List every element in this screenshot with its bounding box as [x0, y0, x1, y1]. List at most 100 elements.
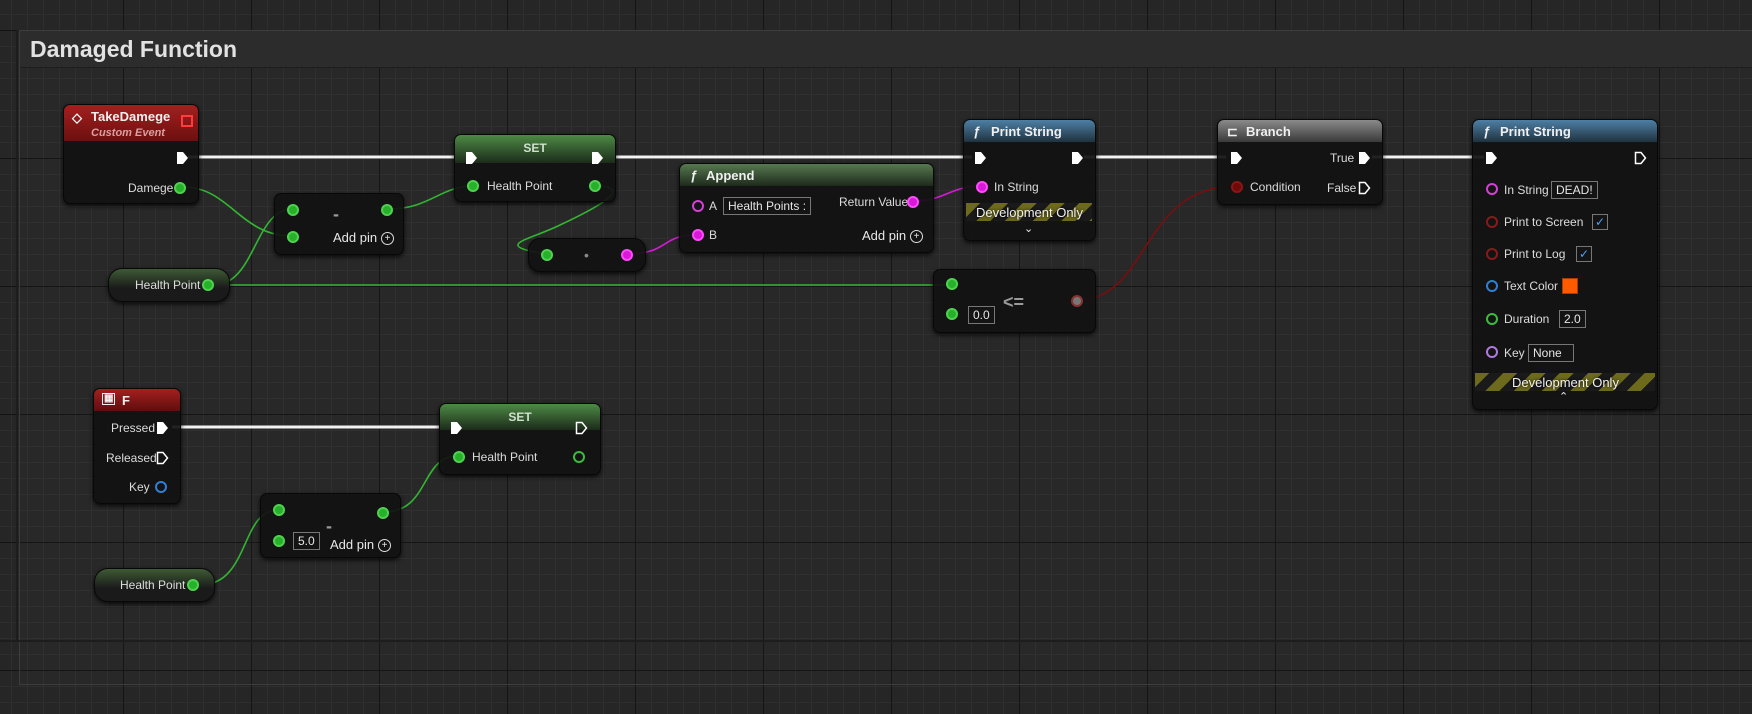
print-to-screen-pin[interactable]: [1486, 216, 1498, 228]
health-point-in-pin[interactable]: [453, 451, 465, 463]
input-b-pin[interactable]: [946, 308, 958, 320]
take-damage-event-node[interactable]: ◇ TakeDamege Custom Event Damege: [63, 104, 199, 204]
input-b-pin[interactable]: [287, 231, 299, 243]
health-point-out-pin[interactable]: [187, 579, 199, 591]
true-exec-pin[interactable]: [1358, 151, 1371, 165]
exec-out-pin[interactable]: [575, 421, 588, 435]
chevron-down-icon[interactable]: ⌄: [1024, 222, 1033, 235]
input-label: Health Point: [472, 450, 538, 464]
set-health-point-node[interactable]: SET Health Point: [439, 403, 601, 475]
condition-label: Condition: [1250, 180, 1301, 194]
print-string-node[interactable]: ƒ Print String In String DEAD! Print to …: [1472, 119, 1658, 410]
node-title: TakeDamege: [91, 109, 171, 124]
branch-node[interactable]: ⊏ Branch True Condition False: [1217, 119, 1383, 205]
input-a-pin[interactable]: [287, 204, 299, 216]
in-string-pin[interactable]: [976, 181, 988, 193]
node-subtitle: Custom Event: [91, 127, 165, 139]
subtract-node[interactable]: - Add pin +: [274, 193, 404, 255]
released-label: Released: [106, 451, 157, 465]
input-label: Health Point: [487, 179, 553, 193]
text-color-pin[interactable]: [1486, 280, 1498, 292]
exec-out-pin[interactable]: [591, 151, 604, 165]
variable-label: Health Point: [135, 278, 201, 292]
key-pin[interactable]: [1486, 346, 1498, 358]
print-to-log-pin[interactable]: [1486, 248, 1498, 260]
input-a-pin[interactable]: [273, 504, 285, 516]
text-color-swatch[interactable]: [1562, 278, 1578, 294]
a-value-field[interactable]: Health Points :: [723, 197, 812, 215]
node-header: ▦ F: [94, 389, 180, 411]
set-health-point-node[interactable]: SET Health Point: [454, 134, 616, 202]
key-label: Key: [1504, 346, 1525, 360]
duration-pin[interactable]: [1486, 313, 1498, 325]
development-only-label: Development Only: [1512, 375, 1619, 390]
operator-label: -: [326, 516, 332, 536]
health-point-out-pin[interactable]: [589, 180, 601, 192]
compare-value-field[interactable]: 0.0: [968, 306, 995, 324]
input-a-pin[interactable]: [946, 278, 958, 290]
conversion-in-pin[interactable]: [541, 249, 553, 261]
append-node[interactable]: ƒ Append A Health Points : Return Value …: [679, 163, 934, 253]
function-icon: ƒ: [1483, 124, 1491, 139]
health-point-getter-node[interactable]: Health Point: [94, 568, 215, 602]
variable-label: Health Point: [120, 578, 186, 592]
print-string-node[interactable]: ƒ Print String In String Development Onl…: [963, 119, 1096, 241]
conversion-node[interactable]: •: [528, 238, 646, 272]
add-pin-button[interactable]: Add pin +: [330, 537, 392, 553]
add-pin-button[interactable]: Add pin +: [862, 228, 924, 244]
exec-out-pin[interactable]: [1634, 151, 1647, 165]
result-out-pin[interactable]: [377, 507, 389, 519]
node-title: Print String: [1500, 124, 1571, 139]
duration-value-field[interactable]: 2.0: [1559, 310, 1586, 328]
add-pin-button[interactable]: Add pin +: [333, 230, 395, 246]
exec-in-pin[interactable]: [1485, 151, 1498, 165]
key-f-event-node[interactable]: ▦ F Pressed Released Key: [93, 388, 181, 504]
output-label: Damege: [128, 181, 174, 195]
print-to-log-label: Print to Log: [1504, 247, 1566, 261]
input-b-pin[interactable]: [273, 535, 285, 547]
exec-in-pin[interactable]: [974, 151, 987, 165]
conversion-out-pin[interactable]: [621, 249, 633, 261]
add-pin-label: Add pin: [862, 228, 907, 243]
bool-out-pin[interactable]: [1071, 295, 1083, 307]
in-string-pin[interactable]: [1486, 183, 1498, 195]
exec-in-pin[interactable]: [450, 421, 463, 435]
print-to-log-checkbox[interactable]: ✓: [1576, 246, 1592, 262]
health-point-getter-node[interactable]: Health Point: [108, 268, 230, 302]
key-value-field[interactable]: None: [1528, 344, 1574, 362]
exec-out-pin[interactable]: [176, 151, 189, 165]
false-exec-pin[interactable]: [1358, 181, 1371, 195]
in-string-label: In String: [1504, 183, 1549, 197]
add-pin-label: Add pin: [330, 537, 375, 552]
key-out-pin[interactable]: [155, 481, 167, 493]
health-point-in-pin[interactable]: [467, 180, 479, 192]
b-in-pin[interactable]: [692, 229, 704, 241]
condition-pin[interactable]: [1231, 181, 1243, 193]
false-label: False: [1327, 181, 1357, 195]
exec-out-pin[interactable]: [1071, 151, 1084, 165]
subtract-node[interactable]: 5.0 - Add pin +: [260, 493, 401, 558]
node-title: F: [122, 393, 130, 408]
health-point-out-pin[interactable]: [573, 451, 585, 463]
return-value-out-pin[interactable]: [907, 196, 919, 208]
subtract-value-field[interactable]: 5.0: [293, 532, 320, 550]
delegate-pin-icon[interactable]: [181, 115, 193, 127]
released-exec-pin[interactable]: [156, 451, 169, 465]
exec-in-pin[interactable]: [465, 151, 478, 165]
damage-out-pin[interactable]: [174, 182, 186, 194]
a-in-pin[interactable]: [692, 200, 704, 212]
pressed-exec-pin[interactable]: [156, 421, 169, 435]
result-out-pin[interactable]: [381, 204, 393, 216]
add-pin-label: Add pin: [333, 230, 378, 245]
node-header: ⊏ Branch: [1218, 120, 1382, 142]
health-point-out-pin[interactable]: [202, 279, 214, 291]
development-only-label: Development Only: [976, 205, 1083, 220]
chevron-up-icon[interactable]: ⌃: [1559, 390, 1568, 403]
node-header: ƒ Print String: [964, 120, 1095, 142]
plus-icon: +: [381, 232, 395, 246]
less-equal-node[interactable]: 0.0 <=: [933, 269, 1096, 333]
exec-in-pin[interactable]: [1230, 151, 1243, 165]
in-string-value-field[interactable]: DEAD!: [1551, 181, 1598, 199]
function-icon: ƒ: [973, 124, 981, 139]
print-to-screen-checkbox[interactable]: ✓: [1592, 214, 1608, 230]
